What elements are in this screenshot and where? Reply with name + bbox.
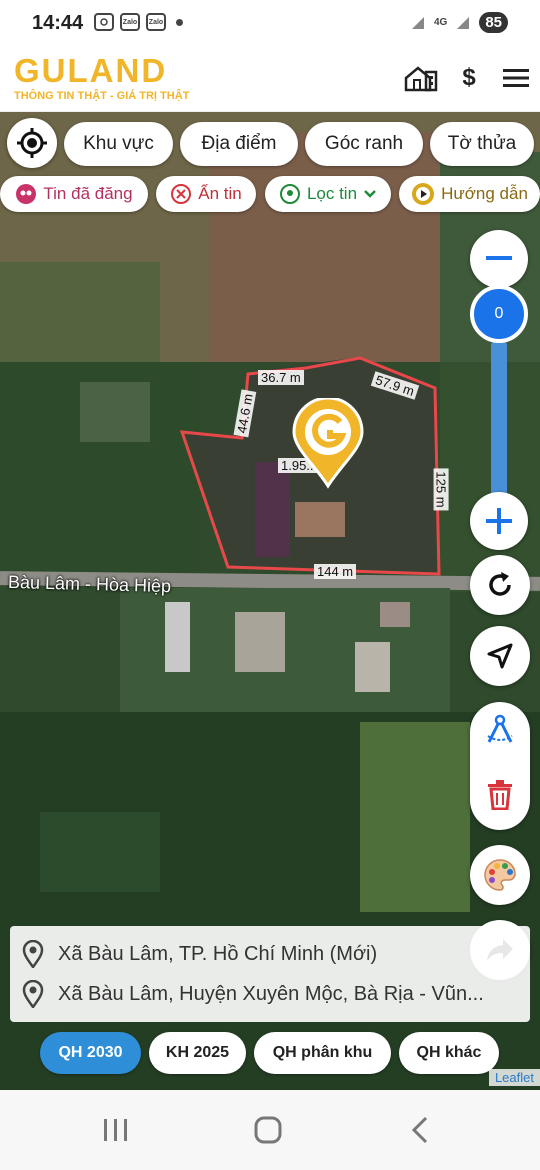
zalo-icon: Zalo	[120, 13, 140, 31]
recent-apps-icon[interactable]	[86, 1110, 146, 1150]
app-slogan: THÔNG TIN THẬT - GIÁ TRỊ THẬT	[14, 90, 190, 102]
measure-tools-panel	[470, 702, 530, 830]
guide-button[interactable]: Hướng dẫn	[399, 176, 540, 212]
status-bar: 14:44 Zalo Zalo 4G 85	[0, 0, 540, 46]
close-circle-icon	[171, 184, 192, 204]
tab-qh-khac[interactable]: QH khác	[399, 1032, 499, 1074]
zoom-in-button[interactable]	[470, 492, 528, 550]
real-estate-icon[interactable]	[404, 62, 438, 94]
notification-dot-icon	[176, 18, 183, 26]
chevron-down-icon	[364, 190, 376, 198]
app-header: GULAND THÔNG TIN THẬT - GIÁ TRỊ THẬT $	[0, 46, 540, 112]
edge-measure-top-left: 36.7 m	[258, 370, 304, 385]
dollar-icon: $	[462, 64, 476, 91]
edge-measure-bottom: 144 m	[314, 564, 357, 579]
battery-level: 85	[479, 12, 508, 33]
map-pin-icon	[22, 980, 44, 1008]
posted-listings-label: Tin đã đăng	[43, 184, 133, 203]
minus-icon	[486, 256, 512, 260]
chip-dia-diem[interactable]: Địa điểm	[180, 122, 298, 166]
hide-listings-button[interactable]: Ẩn tin	[156, 176, 256, 212]
address-new: Xã Bàu Lâm, TP. Hồ Chí Minh (Mới)	[58, 942, 378, 965]
pricing-button[interactable]: $	[452, 62, 486, 94]
address-new-row[interactable]: Xã Bàu Lâm, TP. Hồ Chí Minh (Mới)	[22, 934, 512, 974]
address-old: Xã Bàu Lâm, Huyện Xuyên Mộc, Bà Rịa - Vũ…	[58, 982, 484, 1005]
signal-icon	[411, 16, 424, 29]
address-panel: Xã Bàu Lâm, TP. Hồ Chí Minh (Mới) Xã Bàu…	[10, 926, 530, 1022]
signal-icon	[457, 16, 470, 29]
my-location-button[interactable]	[7, 118, 57, 168]
menu-icon[interactable]	[499, 62, 533, 94]
guide-label: Hướng dẫn	[441, 184, 528, 203]
zalo-label: Zalo	[122, 18, 138, 26]
map-pin-icon	[22, 940, 44, 968]
chip-goc-ranh[interactable]: Góc ranh	[305, 122, 423, 166]
navigation-arrow-icon	[487, 643, 513, 669]
road-label: Bàu Lâm - Hòa Hiệp	[7, 571, 172, 597]
navigate-button[interactable]	[470, 626, 530, 686]
filter-listings-button[interactable]: Lọc tin	[265, 176, 391, 212]
compass-measure-icon[interactable]	[484, 714, 516, 751]
trash-icon[interactable]	[486, 780, 514, 815]
map-view[interactable]: 36.7 m 57.9 m 44.6 m 125 m 144 m 1.95...…	[0, 112, 540, 1090]
chip-khu-vuc[interactable]: Khu vực	[64, 122, 173, 166]
hide-listings-label: Ẩn tin	[198, 184, 242, 203]
network-type: 4G	[433, 16, 448, 28]
filter-listings-label: Lọc tin	[306, 184, 358, 203]
palette-icon	[484, 859, 516, 891]
zalo-label: Zalo	[148, 18, 164, 26]
chip-to-thua[interactable]: Tờ thửa	[430, 122, 534, 166]
play-circle-icon	[412, 183, 435, 205]
address-old-row[interactable]: Xã Bàu Lâm, Huyện Xuyên Mộc, Bà Rịa - Vũ…	[22, 974, 512, 1014]
back-icon[interactable]	[390, 1110, 450, 1150]
zoom-slider-knob[interactable]: 0	[470, 285, 528, 343]
posted-listings-button[interactable]: Tin đã đăng	[0, 176, 148, 212]
tab-kh-2025[interactable]: KH 2025	[149, 1032, 246, 1074]
map-attribution[interactable]: Leaflet	[488, 1069, 540, 1086]
zoom-out-button[interactable]	[470, 230, 528, 288]
system-nav-bar	[0, 1090, 540, 1170]
edge-measure-right: 125 m	[433, 468, 449, 511]
refresh-icon	[489, 572, 511, 596]
user-listings-icon	[16, 184, 37, 204]
status-time: 14:44	[32, 12, 84, 34]
zoom-slider-track[interactable]	[491, 342, 507, 502]
refresh-button[interactable]	[470, 555, 530, 615]
color-palette-button[interactable]	[470, 845, 530, 905]
map-marker-icon	[279, 184, 300, 204]
location-pin-icon[interactable]	[292, 398, 364, 490]
tab-qh-phan-khu[interactable]: QH phân khu	[254, 1032, 391, 1074]
screenshot-icon	[94, 13, 114, 31]
zalo-icon: Zalo	[146, 13, 166, 31]
tab-qh-2030[interactable]: QH 2030	[40, 1032, 141, 1074]
home-icon[interactable]	[238, 1110, 298, 1150]
plus-icon	[486, 508, 512, 534]
app-logo[interactable]: GULAND	[14, 52, 167, 90]
crosshair-icon	[17, 128, 47, 158]
